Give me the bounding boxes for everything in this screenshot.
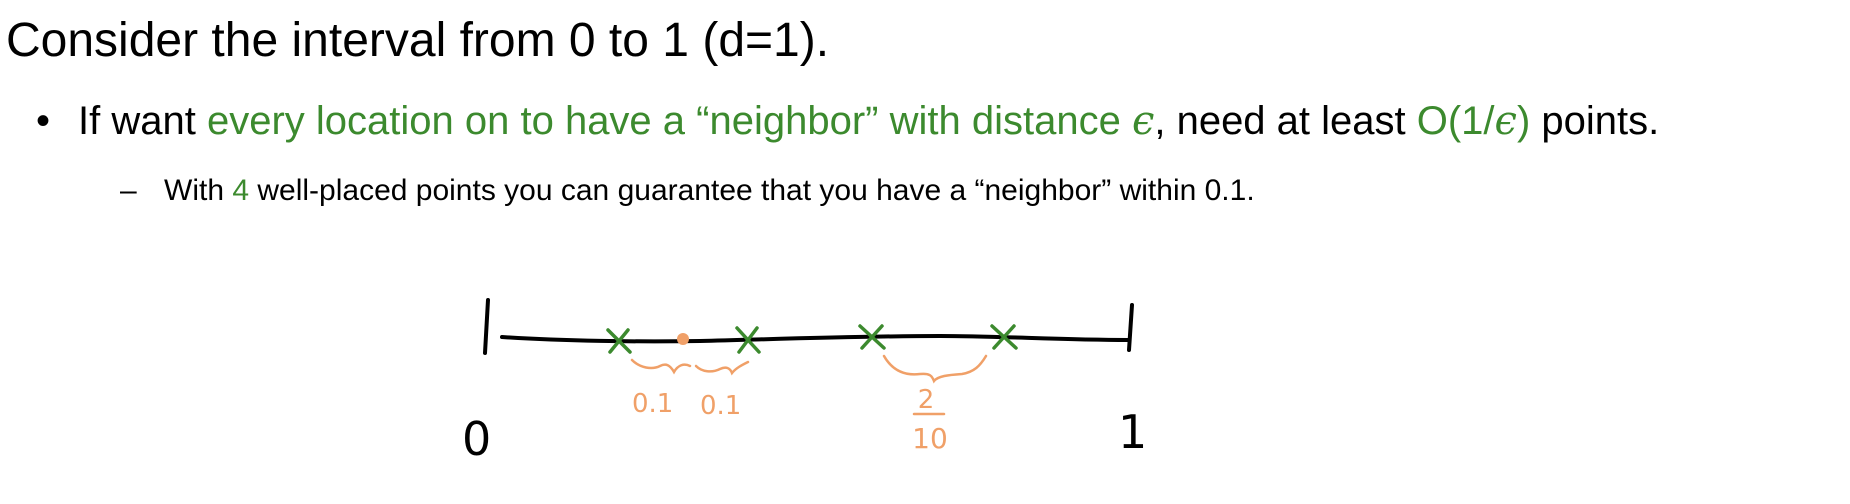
number-line xyxy=(500,333,1130,344)
gap-label-2: 0.1 xyxy=(700,391,741,421)
right-end-tick xyxy=(1127,303,1134,352)
gap-label-1: 0.1 xyxy=(632,389,673,419)
gap-brace-2 xyxy=(694,360,750,376)
query-point xyxy=(677,333,689,345)
fraction-denominator: 10 xyxy=(912,422,948,455)
gap-brace-1 xyxy=(630,358,692,375)
left-end-tick xyxy=(483,298,490,355)
interval-sketch: 0.1 0.1 2 10 0 1 xyxy=(462,298,1147,466)
label-one: 1 xyxy=(1118,405,1147,459)
fraction-numerator: 2 xyxy=(918,385,935,415)
label-zero: 0 xyxy=(462,412,491,466)
gap-brace-3 xyxy=(882,354,988,384)
